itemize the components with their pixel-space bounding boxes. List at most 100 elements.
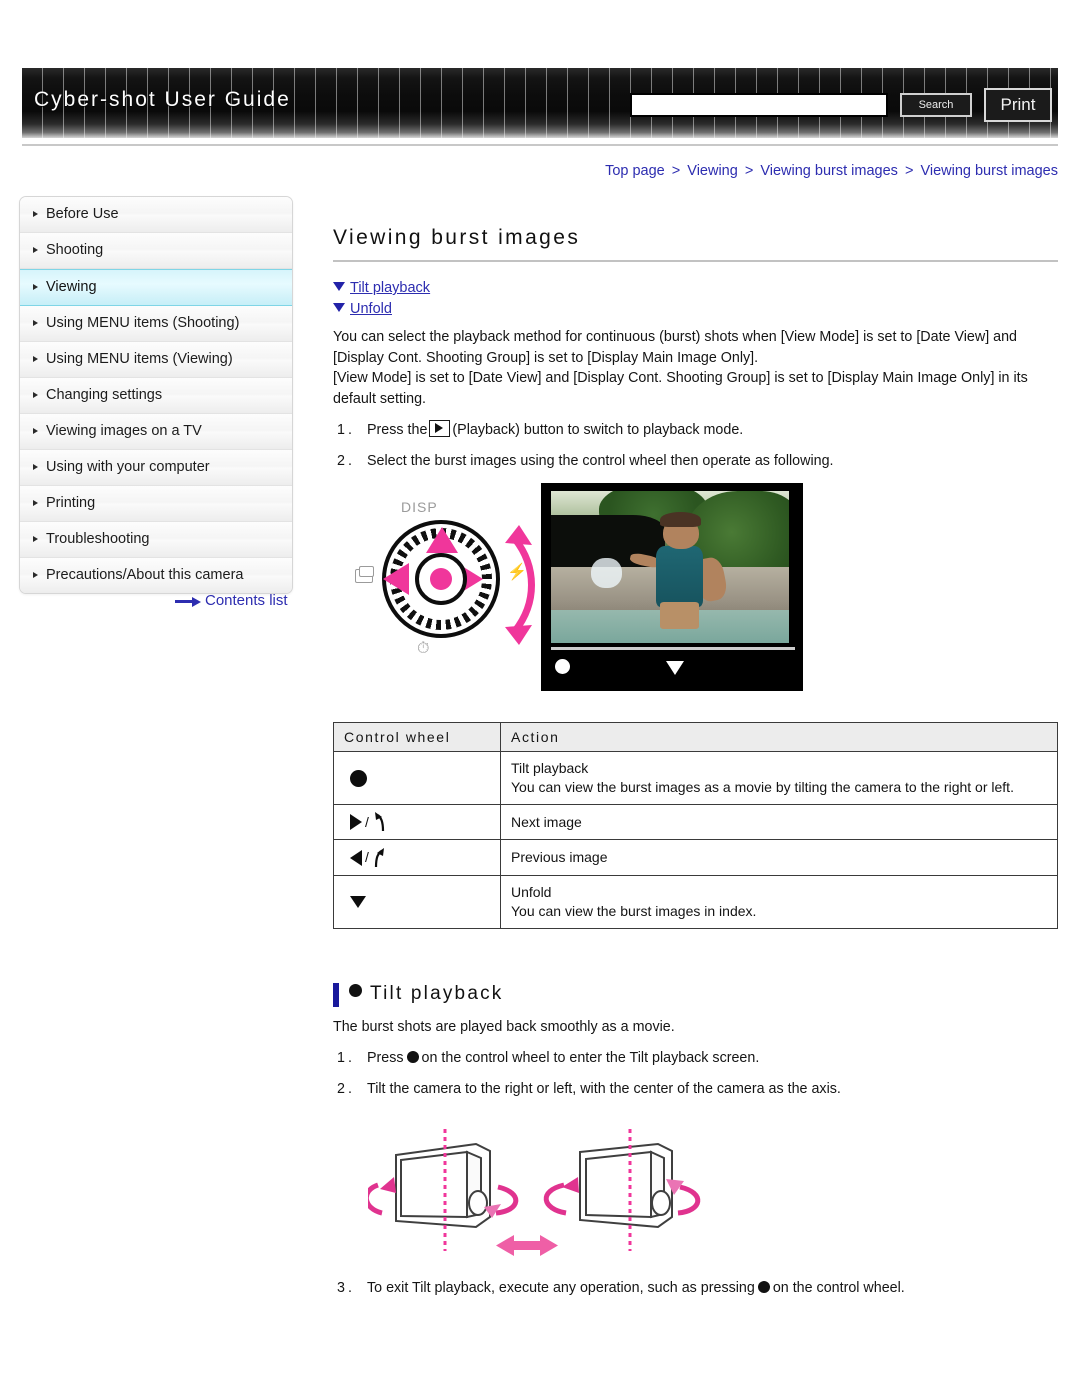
action-title: Tilt playback [511,760,589,776]
breadcrumb-item-top-page[interactable]: Top page [605,163,665,179]
header-divider [22,144,1058,146]
table-row: / Next image [333,803,1058,841]
breadcrumb-item-viewing-burst-images[interactable]: Viewing burst images [760,163,898,179]
contents-list-link[interactable]: Contents list [175,592,288,609]
sidebar-item-label: Printing [46,495,96,511]
sidebar-item-label: Using MENU items (Viewing) [46,351,233,367]
dot-icon [406,1051,419,1064]
sidebar-item-precautions-about-this-camera[interactable]: Precautions/About this camera [20,558,292,593]
intro-paragraph-2: [View Mode] is set to [Date View] and [D… [333,370,1028,407]
step-text-after: on the control wheel. [772,1280,905,1297]
chevron-right-icon [33,356,38,362]
action-title: Next image [511,813,582,830]
table-header-row: Control wheel Action [333,722,1058,752]
anchor-link-tilt-playback[interactable]: Tilt playback [333,280,1058,296]
chevron-right-icon [33,464,38,470]
breadcrumb-separator: > [744,163,754,179]
breadcrumb-separator: > [904,163,914,179]
lcd-divider [551,647,795,650]
step-number: 1. [337,1050,355,1067]
chevron-right-icon [33,284,38,290]
sidebar-item-label: Before Use [46,206,119,222]
rotate-ccw-icon [374,847,384,867]
step-text-before: To exit Tilt playback, execute any opera… [367,1280,755,1297]
chevron-right-icon [33,428,38,434]
anchor-label: Unfold [350,301,392,317]
sidebar-item-label: Troubleshooting [46,531,150,547]
action-cell: Previous image [500,839,1058,876]
sidebar-item-viewing[interactable]: Viewing [20,269,292,306]
contents-list-label: Contents list [205,592,288,609]
action-description: You can view the burst images in index. [511,902,757,919]
sidebar-item-changing-settings[interactable]: Changing settings [20,378,292,414]
table-row: Unfold You can view the burst images in … [333,874,1058,929]
intro-paragraph-1: You can select the playback method for c… [333,329,1017,366]
sidebar-item-using-menu-items-shooting[interactable]: Using MENU items (Shooting) [20,306,292,342]
tilt-step-1: 1. Press on the control wheel to enter the… [333,1048,1058,1068]
chevron-right-icon [33,536,38,542]
sidebar-item-viewing-images-on-a-tv[interactable]: Viewing images on a TV [20,414,292,450]
step-text-after: (Playback) button to switch to playback … [452,422,744,438]
key-cell-right-button: / [333,803,501,841]
sidebar-item-using-with-your-computer[interactable]: Using with your computer [20,450,292,486]
step-text-before: Tilt the camera to the right or left, wi… [367,1081,841,1098]
camera-lcd-screen [541,483,803,691]
sidebar-item-troubleshooting[interactable]: Troubleshooting [20,522,292,558]
chevron-right-icon [33,392,38,398]
action-description: You can view the burst images as a movie… [511,779,1014,795]
down-triangle-icon [350,896,366,909]
chevron-down-icon [333,303,345,312]
tilt-step-2: 2. Tilt the camera to the right or left, … [333,1079,1058,1099]
step-text-before: Press [367,1050,404,1067]
rotate-cw-icon [374,812,384,832]
search-button[interactable]: Search [900,93,972,117]
action-cell: Unfold You can view the burst images in … [500,874,1058,929]
slash-separator: / [365,813,369,830]
print-button[interactable]: Print [984,88,1052,122]
bidirectional-arrow-icon [496,1235,558,1257]
wheel-left-arrow-icon [383,563,409,595]
step-2: 2. Select the burst images using the cont… [333,451,1058,471]
anchor-link-unfold[interactable]: Unfold [333,301,1058,317]
action-cell: Tilt playback You can view the burst ima… [500,751,1058,805]
center-dot-icon [350,770,367,788]
lcd-down-button-indicator-icon [666,661,684,675]
step-text-before: Press the [367,422,428,438]
sidebar-item-label: Using MENU items (Shooting) [46,315,240,331]
key-cell-down-button [333,874,501,929]
sidebar-item-label: Viewing images on a TV [46,423,202,439]
tilt-playback-heading: Tilt playback [333,981,1058,1007]
sidebar-item-before-use[interactable]: Before Use [20,197,292,233]
sidebar-item-label: Using with your computer [46,459,210,475]
breadcrumb-item-current[interactable]: Viewing burst images [920,163,1058,179]
search-input[interactable] [630,93,888,117]
sidebar-item-using-menu-items-viewing[interactable]: Using MENU items (Viewing) [20,342,292,378]
table-row: Tilt playback You can view the burst ima… [333,751,1058,805]
rotate-arrow-icon [505,525,535,645]
wheel-up-arrow-icon [426,527,458,553]
anchor-label: Tilt playback [350,280,431,296]
slash-separator: / [365,849,369,866]
chevron-right-icon [33,247,38,253]
control-wheel-figure: DISP ⚡ ⏱ [333,483,1058,698]
sidebar-item-printing[interactable]: Printing [20,486,292,522]
burst-photo-thumbnail [551,491,789,643]
chevron-right-icon [33,320,38,326]
disp-label: DISP [401,499,438,515]
sidebar-item-label: Changing settings [46,387,163,403]
sidebar-item-label: Viewing [46,279,97,295]
breadcrumb-item-viewing[interactable]: Viewing [687,163,738,179]
site-title: Cyber-shot User Guide [34,88,291,111]
camera-tilt-illustration [368,1129,701,1257]
chevron-down-icon [333,282,345,291]
sidebar-item-shooting[interactable]: Shooting [20,233,292,269]
control-wheel-diagram: DISP ⚡ ⏱ [355,499,542,671]
control-wheel-action-table: Control wheel Action Tilt playback You c… [333,722,1058,929]
tilt-paragraph: The burst shots are played back smoothly… [333,1018,675,1035]
lcd-center-button-indicator-icon [555,659,570,674]
breadcrumb-separator: > [671,163,681,179]
step-text-after: on the control wheel to enter the Tilt p… [421,1050,760,1067]
header-banner: Cyber-shot User Guide Search Print [22,68,1058,138]
title-divider [333,260,1058,262]
arrow-right-icon [175,596,201,607]
